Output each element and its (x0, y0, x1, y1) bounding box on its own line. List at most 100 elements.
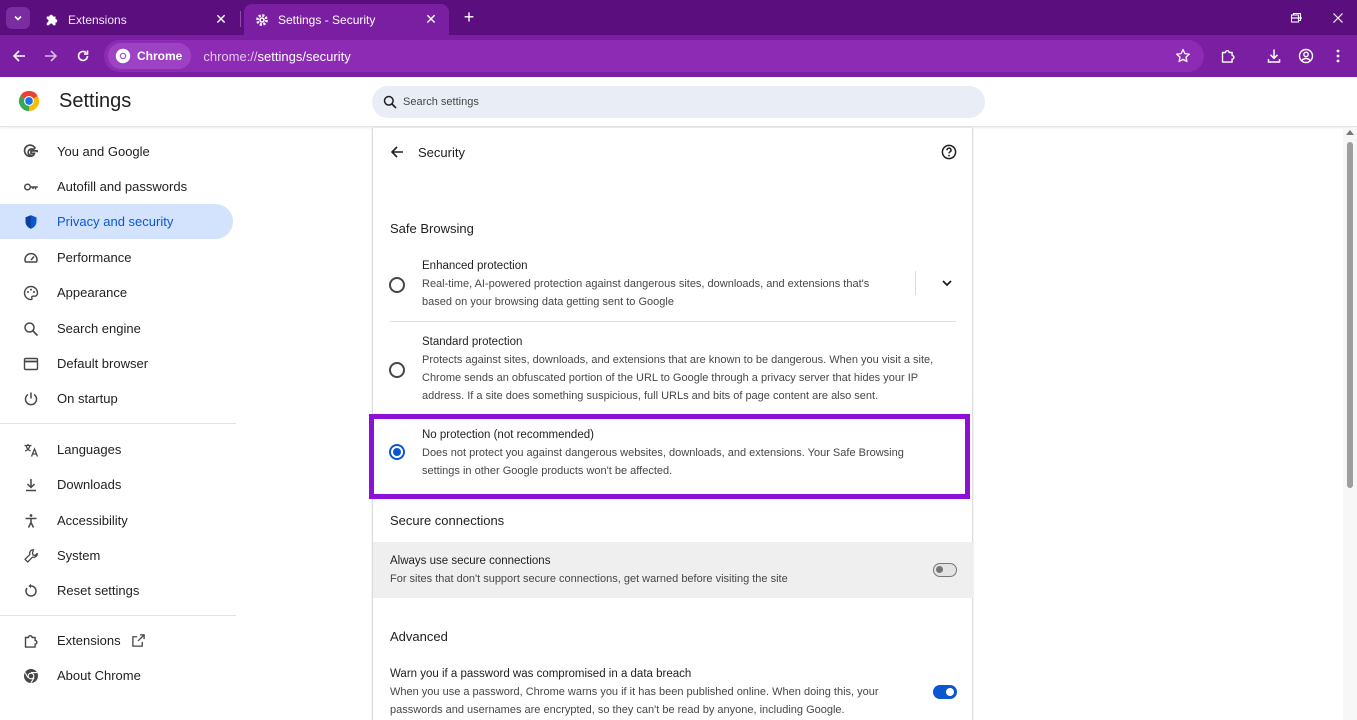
help-button[interactable] (937, 140, 961, 164)
omnibox[interactable]: Chrome chrome://settings/security (104, 40, 1204, 72)
help-icon (941, 144, 957, 160)
sidebar-item-downloads[interactable]: Downloads (0, 467, 233, 502)
close-icon[interactable]: ✕ (423, 11, 439, 28)
sidebar-item-performance[interactable]: Performance (0, 240, 233, 275)
sidebar-item-privacy-and-security[interactable]: Privacy and security (0, 204, 233, 239)
chrome-icon (115, 48, 131, 64)
sidebar-item-accessibility[interactable]: Accessibility (0, 503, 233, 538)
page-scrollbar[interactable] (1343, 128, 1357, 720)
tab-strip: Extensions ✕ Settings - Security ✕ + (0, 0, 1357, 35)
sidebar-item-label: Performance (57, 250, 132, 265)
sidebar-item-extensions[interactable]: Extensions (0, 623, 233, 658)
sidebar-item-autofill[interactable]: Autofill and passwords (0, 169, 233, 204)
page-title: Settings (59, 90, 132, 112)
standard-protection-option[interactable]: Standard protection Protects against sit… (373, 332, 974, 412)
download-icon (22, 476, 40, 494)
sidebar-item-search-engine[interactable]: Search engine (0, 311, 233, 346)
site-info-label: Chrome (137, 49, 183, 63)
expand-button[interactable] (935, 271, 959, 295)
always-secure-connections-toggle[interactable] (933, 563, 957, 577)
reload-button[interactable] (71, 44, 95, 68)
sidebar-item-label: On startup (57, 391, 118, 406)
enhanced-protection-option[interactable]: Enhanced protection Real-time, AI-powere… (373, 256, 974, 318)
search-input[interactable] (403, 96, 943, 108)
google-icon (22, 143, 40, 161)
search-icon (383, 95, 397, 109)
close-window-button[interactable] (1326, 7, 1350, 29)
settings-search[interactable] (372, 86, 985, 118)
account-circle-icon (1298, 48, 1314, 64)
back-button[interactable] (385, 140, 409, 164)
sidebar: You and Google Autofill and passwords Pr… (0, 128, 240, 720)
sidebar-item-about-chrome[interactable]: About Chrome (0, 658, 233, 693)
tab-search-button[interactable] (6, 7, 30, 29)
sidebar-item-label: Accessibility (57, 513, 128, 528)
card-title: Security (418, 145, 465, 160)
back-nav-button[interactable] (7, 44, 31, 68)
download-icon (1267, 49, 1281, 63)
scroll-up-arrow[interactable] (1346, 130, 1354, 135)
option-label: No protection (not recommended) (422, 429, 594, 441)
option-label: Enhanced protection (422, 260, 528, 272)
sidebar-item-languages[interactable]: Languages (0, 432, 233, 467)
password-breach-warning-toggle[interactable] (933, 685, 957, 699)
setting-description: When you use a password, Chrome warns yo… (390, 686, 879, 716)
url-text[interactable]: chrome://settings/security (203, 49, 350, 64)
tab-extensions[interactable]: Extensions ✕ (34, 4, 239, 35)
profile-button[interactable] (1294, 44, 1318, 68)
sidebar-divider (0, 615, 236, 616)
always-secure-connections-row[interactable]: Always use secure connections For sites … (373, 542, 974, 598)
sidebar-item-label: Privacy and security (57, 214, 174, 229)
sidebar-item-label: Autofill and passwords (57, 179, 188, 194)
downloads-button[interactable] (1262, 44, 1286, 68)
open-in-new-icon (131, 633, 147, 649)
security-card: Security Safe Browsing Enhanced protecti… (372, 128, 974, 720)
star-icon (1176, 48, 1190, 63)
browser-toolbar: Chrome chrome://settings/security (0, 35, 1357, 77)
chrome-logo-icon (18, 90, 40, 112)
setting-description: For sites that don't support secure conn… (390, 573, 788, 585)
tab-settings-security[interactable]: Settings - Security ✕ (244, 4, 449, 35)
forward-nav-button[interactable] (39, 44, 63, 68)
bookmark-button[interactable] (1171, 44, 1195, 68)
menu-button[interactable] (1326, 44, 1350, 68)
sidebar-item-on-startup[interactable]: On startup (0, 381, 233, 416)
shield-icon (22, 213, 40, 231)
tab-title: Settings - Security (278, 12, 376, 27)
extensions-button[interactable] (1216, 44, 1240, 68)
scroll-thumb[interactable] (1347, 142, 1353, 488)
sidebar-item-label: Downloads (57, 477, 122, 492)
option-description: Does not protect you against dangerous w… (422, 447, 904, 477)
sidebar-item-reset-settings[interactable]: Reset settings (0, 573, 233, 608)
secure-connections-heading: Secure connections (390, 513, 505, 528)
enhanced-protection-radio[interactable] (389, 277, 405, 293)
browser-window-icon (22, 355, 40, 373)
sidebar-item-you-and-google[interactable]: You and Google (0, 134, 233, 169)
puzzle-icon (1221, 50, 1235, 63)
sidebar-item-appearance[interactable]: Appearance (0, 275, 233, 310)
close-icon[interactable]: ✕ (213, 11, 229, 28)
sidebar-item-default-browser[interactable]: Default browser (0, 346, 233, 381)
site-info-chip[interactable]: Chrome (108, 43, 192, 69)
sidebar-item-label: Extensions (57, 633, 121, 648)
power-icon (22, 390, 40, 408)
sidebar-item-label: System (57, 548, 101, 563)
speedometer-icon (22, 249, 40, 267)
url-host: chrome:// (203, 48, 258, 64)
standard-protection-radio[interactable] (389, 362, 405, 378)
no-protection-radio[interactable] (389, 444, 405, 460)
password-breach-warning-row[interactable]: Warn you if a password was compromised i… (373, 662, 974, 720)
accessibility-icon (22, 512, 40, 530)
chevron-down-icon (942, 280, 952, 287)
reload-icon (77, 50, 89, 62)
restore-icon (1290, 12, 1302, 23)
vertical-divider (915, 271, 916, 295)
new-tab-button[interactable]: + (458, 8, 480, 28)
reset-icon (22, 582, 40, 600)
wrench-icon (22, 547, 40, 565)
no-protection-option[interactable]: No protection (not recommended) Does not… (373, 425, 974, 485)
restore-button[interactable] (1284, 7, 1308, 29)
chevron-down-icon (14, 15, 22, 21)
sidebar-item-label: Languages (57, 442, 122, 457)
sidebar-item-system[interactable]: System (0, 538, 233, 573)
